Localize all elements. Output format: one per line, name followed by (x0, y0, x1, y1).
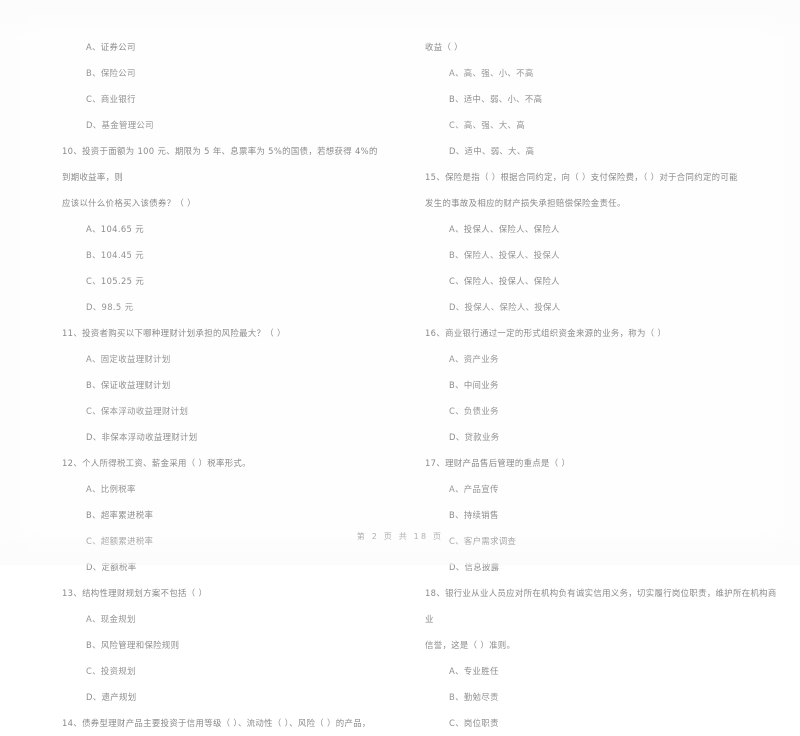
question-14: 14、债券型理财产品主要投资于信用等级（ ）、流动性（ ）、风险（ ）的产品， (62, 710, 382, 736)
option-item: D、98.5 元 (86, 302, 134, 312)
question-11: 11、投资者购买以下哪种理财计划承担的风险最大？（ ） A、固定收益理财计划 B… (62, 320, 382, 450)
option-item: D、投保人、保险人、投保人 (449, 302, 561, 312)
option-item: C、岗位职责 (449, 718, 499, 728)
question-13: 13、结构性理财规划方案不包括（ ） A、现金规划 B、风险管理和保险规则 C、… (62, 580, 382, 710)
option-item: B、保险公司 (86, 68, 136, 78)
option-item: A、投保人、保险人、保险人 (449, 224, 560, 234)
question-stem: 10、投资于面额为 100 元、期限为 5 年、息票率为 5%的国债，若想获得 … (62, 146, 378, 182)
option-item: B、适中、弱、小、不高 (449, 94, 543, 104)
right-column: 收益（ ） A、高、强、小、不高 B、适中、弱、小、不高 C、高、强、大、高 D… (400, 34, 800, 736)
option-item: B、超率累进税率 (86, 510, 154, 520)
option-item: B、中间业务 (449, 380, 499, 390)
option-item: B、风险管理和保险规则 (86, 640, 180, 650)
option-item: C、负债业务 (449, 406, 499, 416)
option-item: D、信息披露 (449, 562, 500, 572)
two-column-body: A、证券公司 B、保险公司 C、商业银行 D、基金管理公司 10、投资于面额为 … (0, 34, 800, 736)
option-item: B、保证收益理财计划 (86, 380, 171, 390)
option-item: C、105.25 元 (86, 276, 145, 286)
option-item: A、高、强、小、不高 (449, 68, 534, 78)
option-item: C、保险人、投保人、保险人 (449, 276, 560, 286)
option-item: B、持续销售 (449, 510, 499, 520)
question-stem: 14、债券型理财产品主要投资于信用等级（ ）、流动性（ ）、风险（ ）的产品， (62, 718, 371, 728)
question-stem-continued: 发生的事故及相应的财产损失承担赔偿保险金责任。 (425, 198, 626, 208)
option-item: C、商业银行 (86, 94, 136, 104)
question-10: 10、投资于面额为 100 元、期限为 5 年、息票率为 5%的国债，若想获得 … (62, 138, 382, 320)
option-item: B、104.45 元 (86, 250, 144, 260)
option-item: C、保本浮动收益理财计划 (86, 406, 189, 416)
option-item: A、证券公司 (86, 42, 136, 52)
question-stem: 18、银行业从业人员应对所在机构负有诚实信用义务，切实履行岗位职责，维护所在机构… (425, 588, 777, 624)
option-item: C、投资规划 (86, 666, 136, 676)
question-12: 12、个人所得税工资、薪金采用（ ）税率形式。 A、比例税率 B、超率累进税率 … (62, 450, 382, 580)
option-item: D、贷款业务 (449, 432, 500, 442)
option-item: A、104.65 元 (86, 224, 144, 234)
orphan-option-group-left: A、证券公司 B、保险公司 C、商业银行 D、基金管理公司 (62, 34, 382, 138)
question-15: 15、保险是指（ ）根据合同约定，向（ ）支付保险费，（ ）对于合同约定的可能 … (425, 164, 780, 320)
question-14-continuation: 收益（ ） A、高、强、小、不高 B、适中、弱、小、不高 C、高、强、大、高 D… (425, 34, 780, 164)
option-item: D、遗产规划 (86, 692, 137, 702)
left-column: A、证券公司 B、保险公司 C、商业银行 D、基金管理公司 10、投资于面额为 … (0, 34, 400, 736)
option-item: A、专业胜任 (449, 666, 499, 676)
option-item: D、基金管理公司 (86, 120, 154, 130)
option-item: A、产品宣传 (449, 484, 499, 494)
question-stem: 12、个人所得税工资、薪金采用（ ）税率形式。 (62, 458, 251, 468)
question-stem: 16、商业银行通过一定的形式组织资金来源的业务，称为（ ） (425, 328, 667, 338)
scanned-page: A、证券公司 B、保险公司 C、商业银行 D、基金管理公司 10、投资于面额为 … (0, 0, 800, 728)
page-footer: 第 2 页 共 18 页 (356, 532, 444, 541)
question-18: 18、银行业从业人员应对所在机构负有诚实信用义务，切实履行岗位职责，维护所在机构… (425, 580, 780, 736)
option-item: A、比例税率 (86, 484, 136, 494)
question-stem: 13、结构性理财规划方案不包括（ ） (62, 588, 208, 598)
option-item: A、资产业务 (449, 354, 499, 364)
option-item: A、固定收益理财计划 (86, 354, 171, 364)
question-stem-continued: 应该以什么价格买入该债券？（ ） (62, 198, 196, 208)
question-stem-continued: 信誉，这是（ ）准则。 (425, 640, 516, 650)
option-item: A、现金规划 (86, 614, 136, 624)
question-stem: 17、理财产品售后管理的重点是（ ） (425, 458, 571, 468)
option-item: B、保险人、投保人、投保人 (449, 250, 560, 260)
question-16: 16、商业银行通过一定的形式组织资金来源的业务，称为（ ） A、资产业务 B、中… (425, 320, 780, 450)
option-item: D、适中、弱、大、高 (449, 146, 535, 156)
option-item: D、定额税率 (86, 562, 137, 572)
option-item: B、勤勉尽责 (449, 692, 499, 702)
question-stem: 11、投资者购买以下哪种理财计划承担的风险最大？（ ） (62, 328, 286, 338)
option-item: C、高、强、大、高 (449, 120, 525, 130)
option-item: D、非保本浮动收益理财计划 (86, 432, 198, 442)
question-17: 17、理财产品售后管理的重点是（ ） A、产品宣传 B、持续销售 C、客户需求调… (425, 450, 780, 580)
question-stem-continued: 收益（ ） (425, 42, 463, 52)
question-stem: 15、保险是指（ ）根据合同约定，向（ ）支付保险费，（ ）对于合同约定的可能 (425, 172, 738, 182)
